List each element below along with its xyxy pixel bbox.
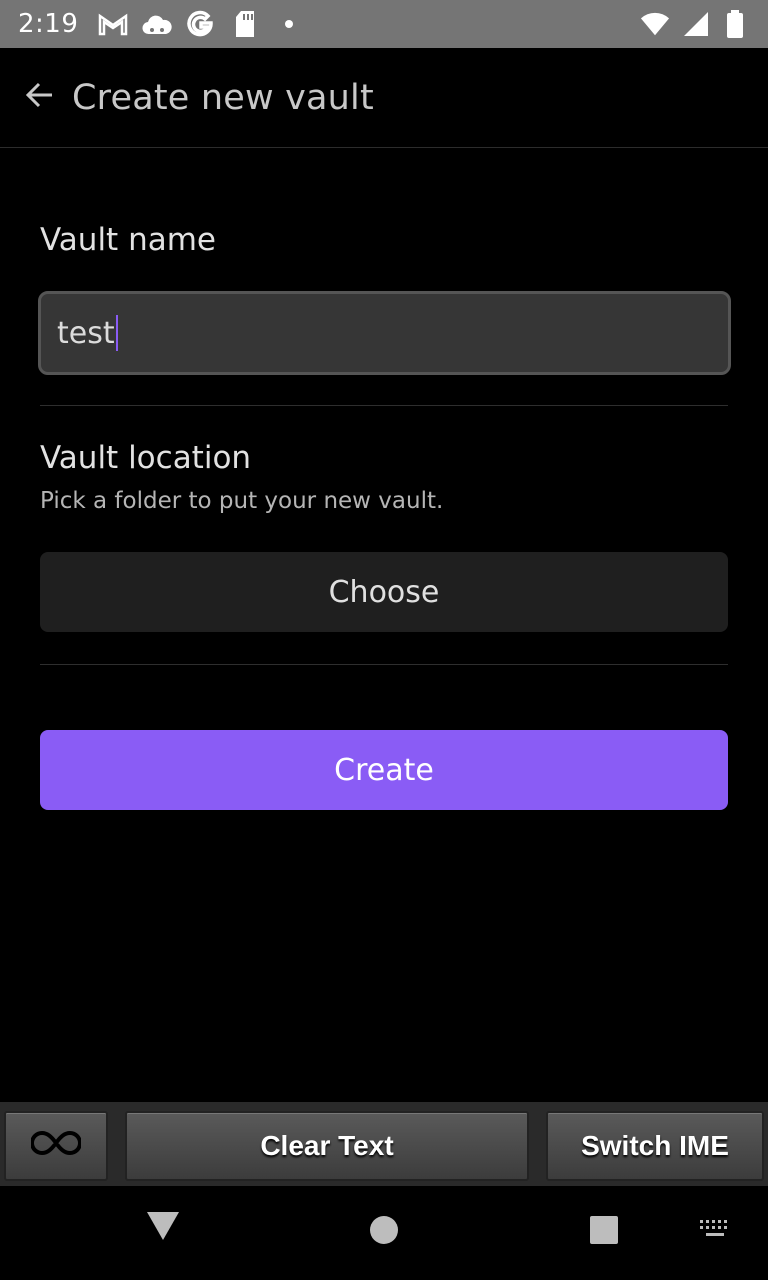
vault-location-label: Vault location	[40, 440, 252, 476]
back-button[interactable]	[8, 66, 72, 130]
cloud-icon	[142, 9, 173, 39]
arrow-left-icon	[24, 79, 56, 116]
infinity-button[interactable]	[4, 1111, 108, 1181]
status-bar: 2:19	[0, 0, 768, 48]
switch-ime-button[interactable]: Switch IME	[546, 1111, 764, 1181]
recents-square-icon	[589, 1215, 619, 1250]
page-title: Create new vault	[72, 77, 374, 118]
text-caret	[115, 315, 118, 351]
wifi-icon	[640, 9, 670, 39]
status-time: 2:19	[18, 9, 79, 39]
create-button[interactable]: Create	[40, 730, 728, 810]
app-header: Create new vault	[0, 48, 768, 148]
vault-name-value: test	[57, 315, 115, 351]
dot-icon	[274, 9, 304, 39]
infinity-icon	[30, 1130, 82, 1163]
signal-icon	[680, 9, 710, 39]
google-icon	[186, 9, 216, 39]
ime-toolbar: Clear Text Switch IME	[0, 1102, 768, 1186]
notification-icons	[98, 9, 304, 39]
nav-home-button[interactable]	[354, 1202, 414, 1262]
divider	[40, 405, 728, 406]
keyboard-icon	[698, 1218, 732, 1245]
nav-recents-button[interactable]	[574, 1202, 634, 1262]
sd-card-icon	[230, 9, 260, 39]
back-triangle-icon	[146, 1211, 180, 1246]
gmail-icon	[98, 9, 128, 39]
vault-name-label: Vault name	[40, 222, 216, 258]
nav-back-button[interactable]	[133, 1198, 193, 1258]
system-icons	[640, 9, 750, 39]
vault-name-input[interactable]: test	[38, 291, 731, 375]
navigation-bar	[0, 1186, 768, 1280]
vault-location-description: Pick a folder to put your new vault.	[40, 488, 444, 514]
choose-button[interactable]: Choose	[40, 552, 728, 632]
nav-keyboard-button[interactable]	[690, 1206, 740, 1256]
divider	[40, 664, 728, 665]
clear-text-button[interactable]: Clear Text	[125, 1111, 529, 1181]
battery-icon	[720, 9, 750, 39]
home-circle-icon	[369, 1215, 399, 1250]
